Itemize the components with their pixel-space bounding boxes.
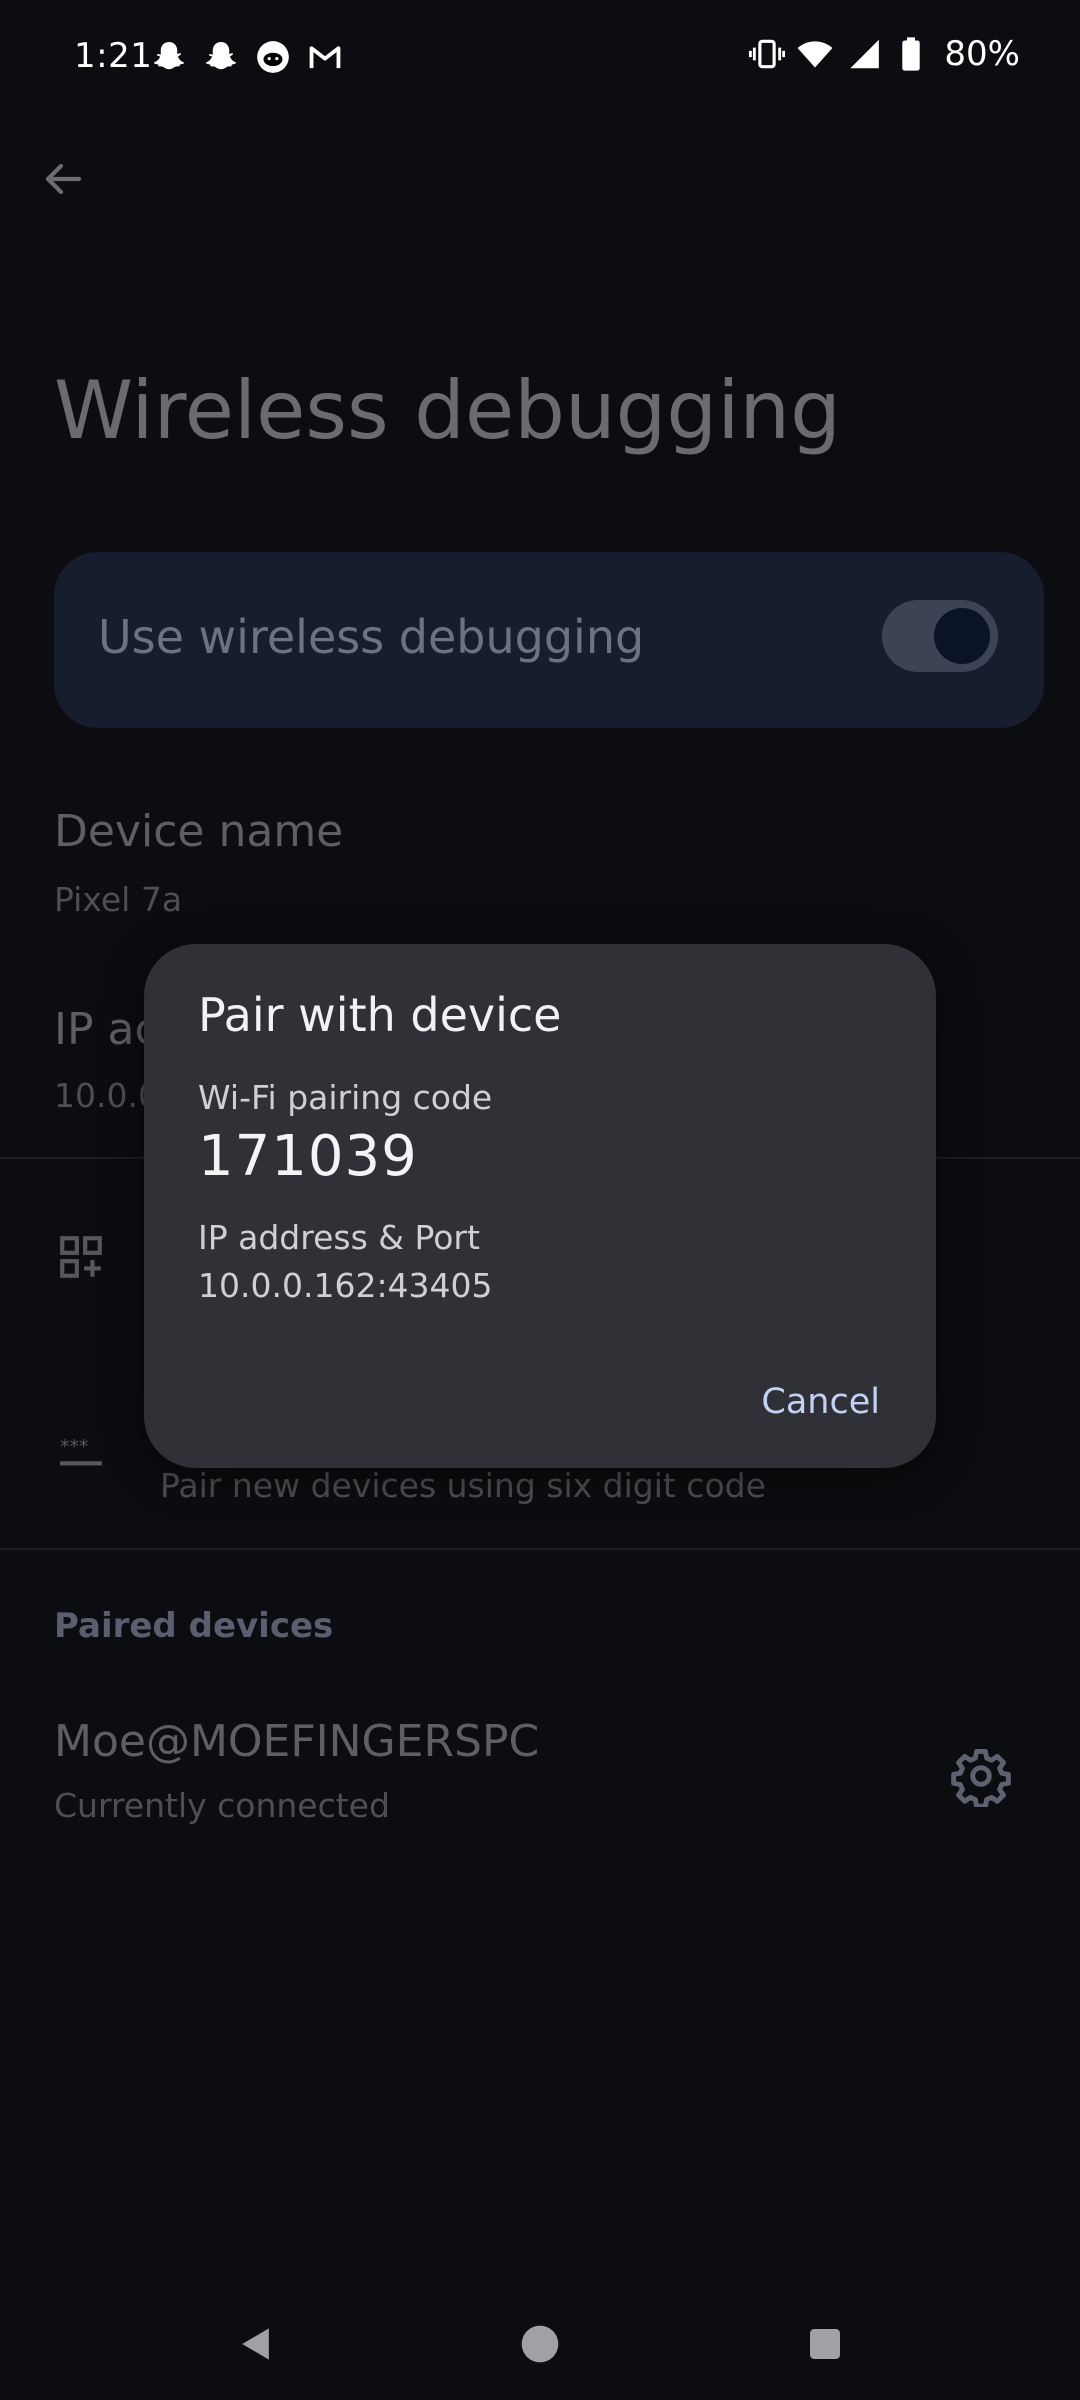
gmail-icon xyxy=(309,46,341,69)
paired-device-status: Currently connected xyxy=(54,1786,390,1825)
main-switch-bar[interactable]: Use wireless debugging xyxy=(54,552,1044,728)
recents-icon xyxy=(810,2329,840,2359)
ip-address-title: IP ac xyxy=(54,1004,159,1055)
svg-text:***: *** xyxy=(60,1437,88,1458)
vibrate-icon xyxy=(749,39,786,69)
divider xyxy=(0,1548,1080,1550)
nav-recents-button[interactable] xyxy=(795,2314,855,2374)
navigation-bar xyxy=(0,2290,1080,2400)
pair-with-code-summary: Pair new devices using six digit code xyxy=(160,1466,766,1505)
pair-with-device-dialog: Pair with device Wi-Fi pairing code 1710… xyxy=(144,944,936,1468)
home-icon xyxy=(521,2325,559,2363)
pairing-code-value: 171039 xyxy=(198,1124,418,1189)
reddit-icon xyxy=(257,41,289,73)
system-icons: 80% xyxy=(748,34,1020,74)
cancel-button[interactable]: Cancel xyxy=(745,1372,896,1432)
snapchat-icon xyxy=(205,41,237,70)
paired-device-settings-button[interactable] xyxy=(950,1745,1012,1809)
back-button[interactable] xyxy=(34,150,92,208)
device-name-value: Pixel 7a xyxy=(54,880,183,919)
wifi-icon xyxy=(798,41,833,68)
back-icon xyxy=(242,2328,269,2360)
status-bar: 1:21 80% xyxy=(0,0,1080,120)
main-switch-label: Use wireless debugging xyxy=(98,610,645,664)
nav-back-button[interactable] xyxy=(226,2314,286,2374)
ip-address-port-value: 10.0.0.162:43405 xyxy=(198,1266,493,1305)
gear-icon xyxy=(951,1749,1011,1809)
paired-devices-category: Paired devices xyxy=(54,1606,334,1646)
dialog-title: Pair with device xyxy=(198,988,562,1042)
arrow-back-icon xyxy=(45,163,82,195)
device-name-title: Device name xyxy=(54,806,344,857)
pairing-code-label: Wi-Fi pairing code xyxy=(198,1078,493,1117)
battery-percentage: 80% xyxy=(944,34,1020,74)
page-title: Wireless debugging xyxy=(54,364,841,457)
wireless-debugging-toggle[interactable] xyxy=(882,600,998,672)
snapchat-icon xyxy=(153,41,185,70)
pairing-code-icon: *** xyxy=(60,1437,102,1466)
paired-device-name: Moe@MOEFINGERSPC xyxy=(54,1716,540,1767)
signal-icon xyxy=(850,39,880,69)
screen: 1:21 80% Wireless debugging Use wireless… xyxy=(0,0,1080,2400)
ip-address-port-label: IP address & Port xyxy=(198,1218,480,1257)
nav-home-button[interactable] xyxy=(510,2314,570,2374)
toggle-thumb xyxy=(934,608,990,664)
battery-icon xyxy=(902,37,921,71)
notification-icons xyxy=(150,38,344,76)
status-time: 1:21 xyxy=(74,36,153,76)
qr-code-scanner-icon xyxy=(60,1236,102,1278)
